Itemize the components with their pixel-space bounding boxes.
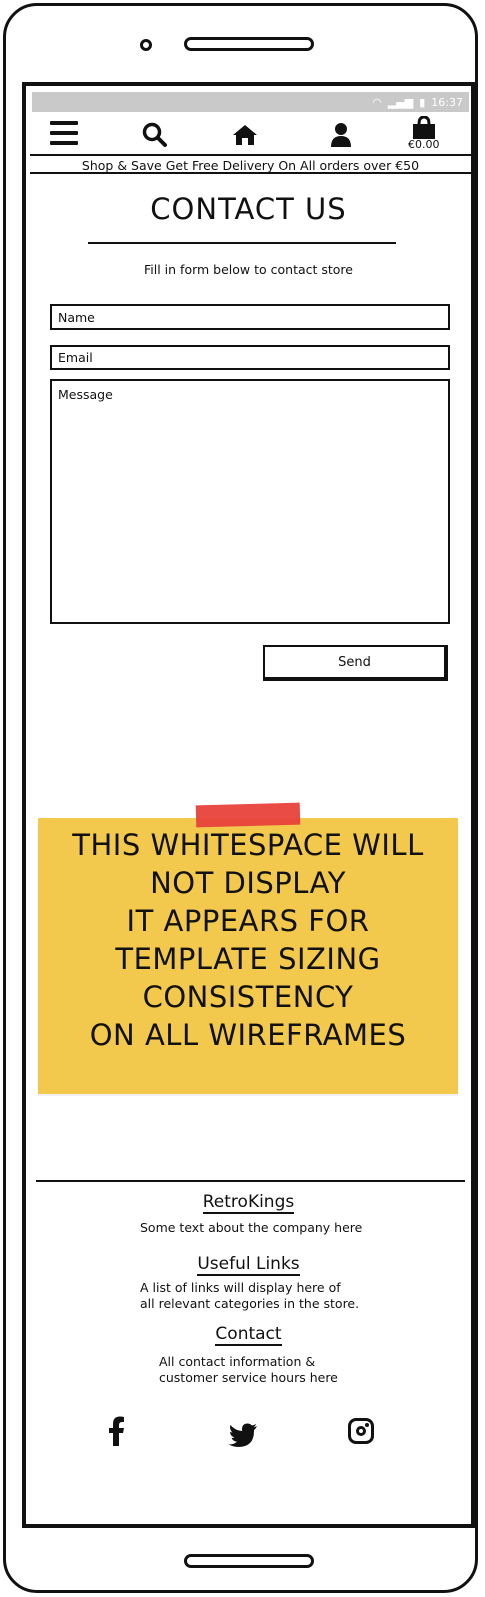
footer-contact-heading: Contact — [215, 1324, 282, 1346]
email-field[interactable] — [50, 345, 450, 370]
nav-divider — [30, 154, 471, 156]
top-navbar: €0.00 — [32, 116, 469, 158]
phone-frame: ◠ ▂▄▆ ▮ 16:37 €0.00 Shop & Save Get Free… — [3, 3, 478, 1593]
title-underline — [88, 242, 396, 244]
page-title: CONTACT US — [150, 192, 347, 226]
phone-screen: ◠ ▂▄▆ ▮ 16:37 €0.00 Shop & Save Get Free… — [22, 82, 475, 1528]
banner-divider — [30, 172, 471, 174]
footer-divider — [36, 1180, 465, 1182]
footer-links-text-1: A list of links will display here of — [140, 1280, 341, 1295]
search-icon[interactable] — [142, 122, 168, 148]
footer-links-text-2: all relevant categories in the store. — [140, 1296, 360, 1311]
page-subtitle: Fill in form below to contact store — [144, 262, 353, 277]
status-time: 16:37 — [431, 95, 463, 109]
user-icon[interactable] — [330, 122, 352, 148]
twitter-icon[interactable] — [228, 1420, 258, 1455]
camera-dot — [140, 39, 152, 51]
wifi-icon: ◠ — [372, 95, 382, 109]
footer-contact-text-1: All contact information & — [159, 1354, 316, 1369]
note-tape — [195, 802, 301, 828]
hamburger-menu-icon[interactable] — [50, 118, 78, 148]
signal-icon: ▂▄▆ — [387, 95, 414, 109]
footer-about-text: Some text about the company here — [140, 1220, 363, 1235]
battery-icon: ▮ — [419, 95, 426, 109]
status-bar: ◠ ▂▄▆ ▮ 16:37 — [32, 92, 469, 112]
whitespace-note-text: THIS WHITESPACE WILL NOT DISPLAY IT APPE… — [72, 828, 424, 1052]
whitespace-note: THIS WHITESPACE WILL NOT DISPLAY IT APPE… — [38, 802, 458, 1094]
footer-contact-text-2: customer service hours here — [159, 1370, 338, 1385]
message-field[interactable] — [50, 379, 450, 624]
footer-about-heading: RetroKings — [202, 1192, 295, 1214]
phone-speaker — [184, 37, 314, 51]
promo-banner: Shop & Save Get Free Delivery On All ord… — [81, 158, 420, 173]
send-button[interactable]: Send — [263, 645, 448, 681]
instagram-icon[interactable] — [348, 1418, 374, 1444]
shopping-bag-icon[interactable]: €0.00 — [408, 116, 440, 151]
cart-total: €0.00 — [408, 138, 440, 151]
phone-home-button — [184, 1554, 314, 1568]
facebook-icon[interactable] — [106, 1416, 126, 1454]
footer-links-heading: Useful Links — [197, 1254, 300, 1276]
name-field[interactable] — [50, 304, 450, 330]
home-icon[interactable] — [232, 124, 258, 146]
